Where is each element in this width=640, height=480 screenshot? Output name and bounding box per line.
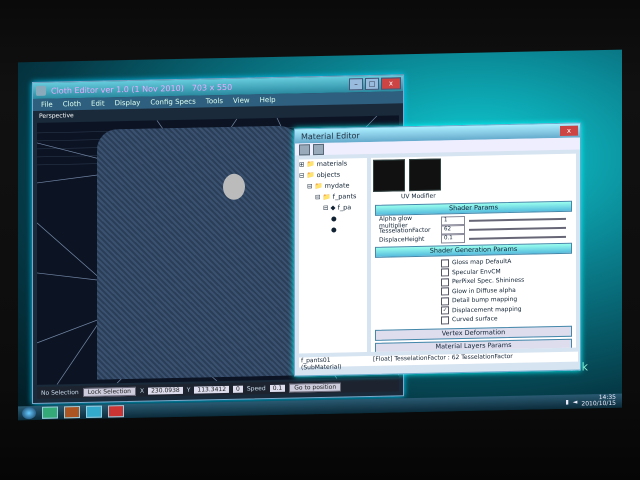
menu-edit[interactable]: Edit	[91, 100, 105, 108]
menu-display[interactable]: Display	[115, 99, 141, 108]
checkbox[interactable]	[441, 316, 449, 325]
alpha-glow-slider[interactable]	[469, 217, 566, 222]
x-label: X	[139, 387, 145, 395]
checkbox[interactable]	[441, 278, 449, 287]
network-icon[interactable]: ▮	[565, 398, 568, 405]
minimize-button[interactable]: –	[349, 78, 363, 91]
menu-view[interactable]: View	[233, 96, 250, 104]
tree-item-sub2[interactable]: ●	[299, 224, 367, 236]
menu-file[interactable]: File	[41, 101, 53, 109]
delete-material-icon[interactable]	[313, 143, 324, 155]
material-editor-close-button[interactable]: x	[560, 125, 578, 136]
clock[interactable]: 14:35 2010/10/15	[581, 394, 616, 408]
y-label: Y	[186, 386, 191, 394]
displace-height-slider[interactable]	[469, 235, 566, 240]
system-tray: ▮ ◄ 14:35 2010/10/15	[565, 394, 622, 408]
viewport-size: 703 x 550	[191, 82, 233, 93]
material-preview[interactable]	[373, 159, 405, 192]
checkbox[interactable]	[441, 259, 449, 268]
menu-tools[interactable]: Tools	[206, 97, 223, 105]
menu-cloth[interactable]: Cloth	[63, 100, 81, 108]
jeans-model	[97, 125, 307, 380]
speed-field[interactable]: 0.1	[269, 384, 286, 392]
tesselation-slider[interactable]	[469, 226, 566, 231]
x-field[interactable]: 230.0938	[148, 386, 183, 395]
lock-selection-button[interactable]: Lock Selection	[82, 386, 136, 397]
menu-help[interactable]: Help	[260, 96, 276, 104]
maximize-button[interactable]: □	[365, 77, 379, 91]
material-properties[interactable]: UV Modifier Shader Params Alpha glow mul…	[371, 153, 576, 352]
close-button[interactable]: x	[381, 77, 401, 90]
desktop-screen: Back Cloth Editor ver 1.0 (1 Nov 2010) 7…	[18, 49, 622, 421]
cloth-editor-title: Cloth Editor ver 1.0 (1 Nov 2010)	[51, 83, 184, 96]
selected-submaterial[interactable]: f_pants01 (SubMaterial)	[299, 355, 371, 371]
material-tree[interactable]: ⊞ 📁 materials ⊟ 📁 objects ⊟ 📁 mydate ⊟ 📁…	[299, 158, 367, 354]
volume-icon[interactable]: ◄	[573, 398, 578, 405]
viewport-label: Perspective	[39, 112, 74, 120]
taskbar-app-1-icon[interactable]	[42, 406, 58, 419]
taskbar-app-3-icon[interactable]	[86, 405, 102, 418]
checkbox[interactable]	[441, 268, 449, 277]
material-editor-title: Material Editor	[301, 130, 360, 141]
texture-preview[interactable]	[409, 158, 441, 192]
material-layers-header[interactable]: Material Layers Params	[375, 338, 572, 352]
y-field[interactable]: 113.3412	[194, 385, 230, 394]
start-button[interactable]	[22, 406, 36, 420]
selection-status: No Selection	[41, 388, 79, 397]
checkbox[interactable]	[441, 287, 449, 296]
app-icon	[36, 85, 46, 96]
new-material-icon[interactable]	[299, 143, 310, 155]
goto-position-button[interactable]: Go to position	[289, 382, 342, 393]
material-thumbnails	[371, 154, 576, 194]
speed-label: Speed	[246, 384, 266, 393]
menu-config-specs[interactable]: Config Specs	[150, 98, 195, 107]
material-editor-window[interactable]: Material Editor x ⊞ 📁 materials ⊟ 📁 obje…	[294, 122, 581, 377]
taskbar-app-2-icon[interactable]	[64, 406, 80, 419]
checkbox-checked[interactable]: ✓	[441, 306, 449, 315]
z-field[interactable]: 0	[233, 385, 243, 393]
material-status-bar: [Float] TesselationFactor : 62 Tesselati…	[371, 351, 578, 366]
displace-height-field[interactable]: 0.1	[441, 233, 465, 244]
taskbar-app-4-icon[interactable]	[108, 405, 124, 418]
checkbox[interactable]	[441, 297, 449, 306]
